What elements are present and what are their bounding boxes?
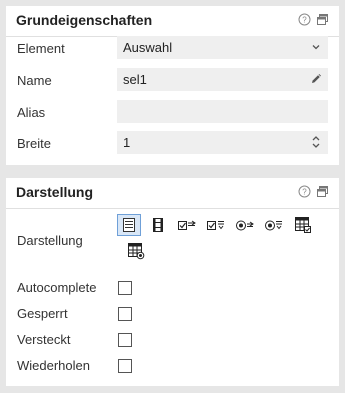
versteckt-label: Versteckt xyxy=(17,332,71,347)
element-value: Auswahl xyxy=(123,40,173,55)
panel-title: Darstellung xyxy=(16,184,94,200)
wiederholen-label: Wiederholen xyxy=(17,358,90,373)
element-label: Element xyxy=(17,41,65,56)
listbox-icon[interactable] xyxy=(117,214,141,236)
panel-header: Darstellung ? xyxy=(6,178,339,208)
table-checkbox-icon[interactable] xyxy=(291,214,315,236)
filmstrip-icon[interactable] xyxy=(146,214,170,236)
gesperrt-checkbox[interactable] xyxy=(118,307,132,321)
window-icon[interactable] xyxy=(316,13,329,26)
panel-header: Grundeigenschaften ? xyxy=(6,6,339,36)
name-row: Name sel1 xyxy=(6,68,339,92)
panel-title: Grundeigenschaften xyxy=(16,12,153,28)
breite-label: Breite xyxy=(17,136,51,151)
breite-row: Breite 1 xyxy=(6,131,339,155)
versteckt-checkbox[interactable] xyxy=(118,333,132,347)
radio-list-vertical-icon[interactable] xyxy=(262,214,286,236)
window-icon[interactable] xyxy=(316,185,329,198)
table-radio-icon[interactable] xyxy=(124,240,148,262)
basic-properties-panel: Grundeigenschaften ? Element Auswahl Nam… xyxy=(6,6,339,165)
wiederholen-checkbox[interactable] xyxy=(118,359,132,373)
svg-text:?: ? xyxy=(302,15,307,24)
alias-label: Alias xyxy=(17,105,46,120)
help-icon[interactable]: ? xyxy=(298,185,311,198)
radio-list-horizontal-icon[interactable] xyxy=(233,214,257,236)
breite-value: 1 xyxy=(123,135,131,150)
display-panel: Darstellung ? Darstellung Autocomplete G… xyxy=(6,178,339,386)
name-value: sel1 xyxy=(123,72,147,87)
help-icon[interactable]: ? xyxy=(298,13,311,26)
alias-row: Alias xyxy=(6,100,339,124)
alias-input[interactable] xyxy=(117,100,328,123)
breite-stepper[interactable]: 1 xyxy=(117,131,328,154)
gesperrt-label: Gesperrt xyxy=(17,306,68,321)
element-select[interactable]: Auswahl xyxy=(117,36,328,59)
checkbox-list-vertical-icon[interactable] xyxy=(204,214,228,236)
name-input[interactable]: sel1 xyxy=(117,68,328,91)
svg-text:?: ? xyxy=(302,187,307,196)
darstellung-label: Darstellung xyxy=(17,233,83,248)
chevron-down-icon xyxy=(312,45,320,50)
autocomplete-checkbox[interactable] xyxy=(118,281,132,295)
element-row: Element Auswahl xyxy=(6,36,339,60)
name-label: Name xyxy=(17,73,52,88)
checkbox-list-horizontal-icon[interactable] xyxy=(175,214,199,236)
pencil-icon[interactable] xyxy=(310,73,322,85)
autocomplete-label: Autocomplete xyxy=(17,280,97,295)
stepper-arrows-icon[interactable] xyxy=(310,134,322,150)
